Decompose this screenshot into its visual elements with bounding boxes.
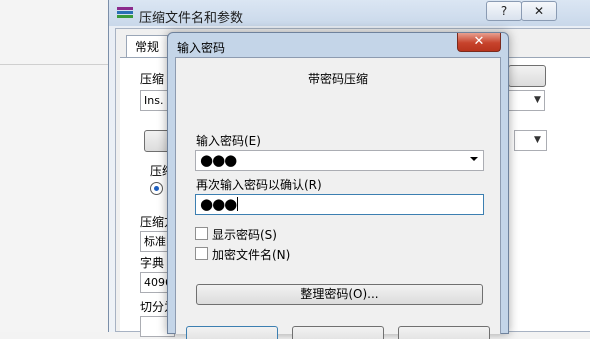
checkbox-box[interactable] <box>195 227 208 240</box>
chevron-down-icon: ▼ <box>534 95 541 105</box>
archive-name-label: 压缩 <box>140 72 165 86</box>
encrypt-filenames-label: 加密文件名(N) <box>212 248 291 262</box>
title-bar: 压缩文件名和参数 ? ✕ <box>109 0 590 28</box>
divider <box>0 64 110 65</box>
chevron-down-icon: ▼ <box>534 135 541 145</box>
text-caret <box>237 197 238 211</box>
organize-passwords-button[interactable]: 整理密码(O)... <box>196 284 483 305</box>
password-dialog: 输入密码 ✕ 带密码压缩 输入密码(E) ●●● 再次输入密码以确认(R) ●●… <box>167 32 509 339</box>
password-value: ●●● <box>200 151 237 169</box>
show-password-checkbox[interactable]: 显示密码(S) <box>195 226 277 243</box>
cancel-button[interactable] <box>292 326 384 339</box>
dialog-heading: 带密码压缩 <box>307 72 368 86</box>
confirm-password-input[interactable]: ●●● <box>195 194 484 215</box>
tab-general[interactable]: 常规 <box>126 35 168 58</box>
dialog-title: 输入密码 <box>177 41 226 55</box>
confirm-password-label: 再次输入密码以确认(R) <box>196 178 322 192</box>
encrypt-filenames-checkbox[interactable]: 加密文件名(N) <box>195 246 290 263</box>
help-button-dialog[interactable] <box>398 326 490 339</box>
format-radio-rar[interactable] <box>150 182 163 195</box>
help-button[interactable]: ? <box>486 1 522 21</box>
dialog-client-area: 带密码压缩 输入密码(E) ●●● 再次输入密码以确认(R) ●●● 显示密码(… <box>175 57 501 339</box>
confirm-password-value: ●●● <box>200 195 237 213</box>
checkbox-box[interactable] <box>195 247 208 260</box>
window-close-button[interactable]: ✕ <box>521 1 557 21</box>
window-title: 压缩文件名和参数 <box>139 11 244 26</box>
password-label: 输入密码(E) <box>196 134 261 148</box>
chevron-down-icon[interactable] <box>470 157 478 161</box>
browse-button[interactable] <box>508 65 546 87</box>
dictionary-size-label: 字典 <box>140 256 165 270</box>
password-input[interactable]: ●●● <box>195 150 484 171</box>
ok-button[interactable] <box>186 326 278 339</box>
show-password-label: 显示密码(S) <box>212 228 277 242</box>
winrar-icon <box>117 7 133 21</box>
background-window <box>0 0 110 332</box>
update-mode-select[interactable] <box>514 130 547 151</box>
close-icon[interactable]: ✕ <box>457 33 501 52</box>
